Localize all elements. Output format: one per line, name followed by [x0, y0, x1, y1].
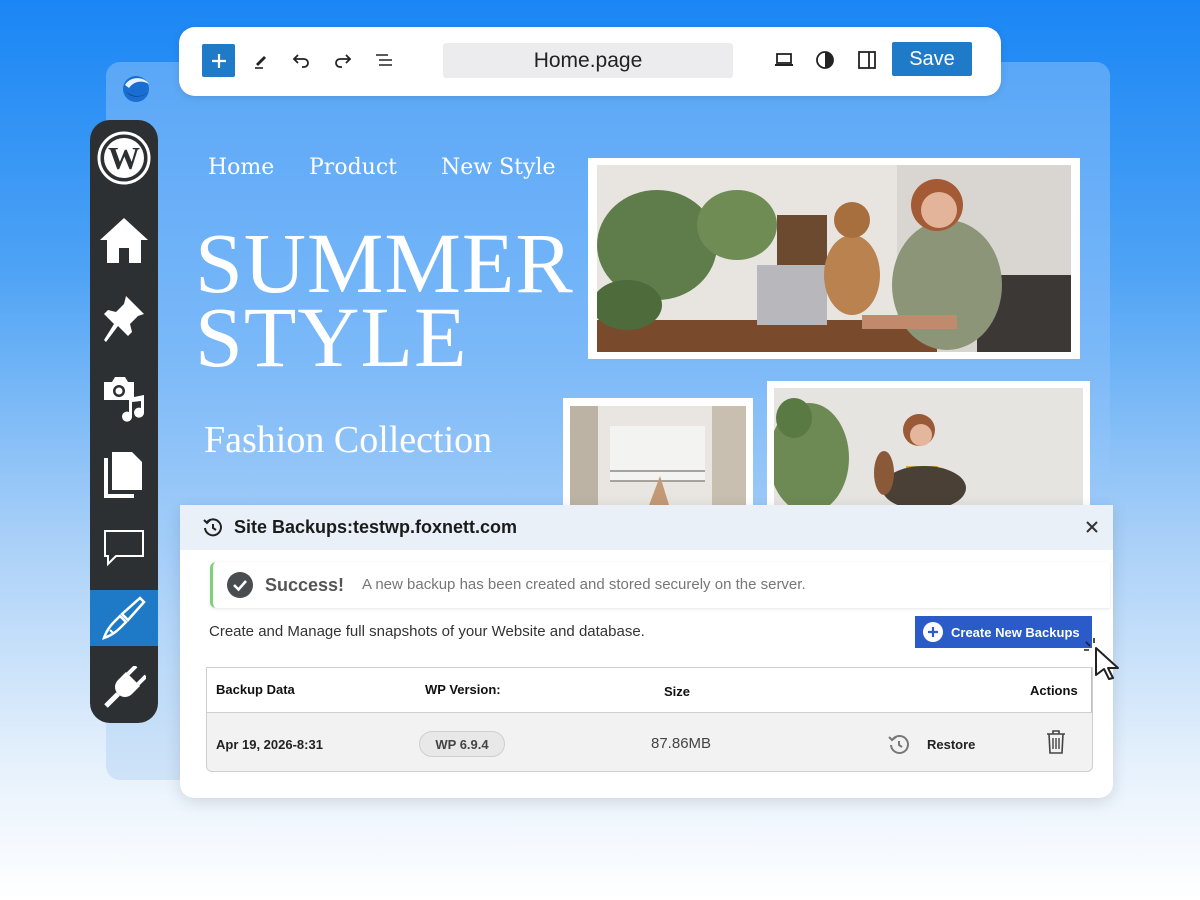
plus-circle-icon [923, 622, 943, 642]
undo-button[interactable] [287, 46, 315, 74]
list-view-icon [376, 54, 392, 66]
admin-sidebar: W [90, 120, 158, 723]
sidebar-item-media[interactable] [90, 370, 158, 426]
reading-photo[interactable] [767, 381, 1090, 508]
restore-button[interactable]: Restore [927, 737, 975, 752]
backup-date: Apr 19, 2026-8:31 [216, 737, 323, 752]
wp-version-badge: WP 6.9.4 [419, 731, 505, 757]
media-icon [104, 377, 145, 422]
table-header: Backup Data WP Version: Size Actions [207, 668, 1092, 713]
sidebar-item-wordpress[interactable]: W [90, 130, 158, 186]
mouse-cursor-icon [1084, 638, 1119, 680]
contrast-icon [816, 51, 834, 69]
style-toggle-button[interactable] [811, 46, 839, 74]
check-circle-icon [227, 572, 253, 598]
success-message: A new backup has been created and stored… [362, 576, 806, 593]
create-new-backups-label: Create New Backups [951, 624, 1080, 640]
col-backup-data: Backup Data [216, 682, 295, 697]
sidebar-item-plugins[interactable] [90, 660, 158, 716]
desktop-preview-button[interactable] [770, 46, 798, 74]
redo-button[interactable] [329, 46, 357, 74]
editor-toolbar: Home.page Save [179, 27, 1001, 96]
photo-woman-reading [774, 388, 1083, 508]
comments-icon [104, 530, 144, 567]
photo-window-curtains [570, 406, 746, 508]
restore-icon[interactable] [887, 733, 911, 757]
sidebar-item-comments[interactable] [90, 520, 158, 576]
plugins-icon [104, 666, 146, 708]
panel-title: Site Backups:testwp.foxnett.com [234, 517, 518, 537]
page-name-field[interactable]: Home.page [443, 43, 733, 78]
svg-text:W: W [108, 140, 140, 176]
trash-icon[interactable] [1045, 729, 1067, 755]
sidebar-item-dashboard[interactable] [90, 212, 158, 268]
redo-icon [335, 54, 352, 68]
backup-history-icon [203, 518, 222, 537]
pen-icon [255, 56, 266, 69]
hero-title: SUMMER STYLE [195, 220, 575, 385]
site-nav-new-style[interactable]: New Style [441, 155, 556, 180]
brand-logo-icon [123, 76, 149, 102]
add-block-button[interactable] [202, 44, 235, 77]
backup-size: 87.86MB [651, 735, 712, 752]
create-new-backups-button[interactable]: Create New Backups [915, 616, 1092, 648]
settings-panel-button[interactable] [853, 46, 881, 74]
close-icon[interactable] [1085, 520, 1099, 534]
panel-header: Site Backups:testwp.foxnett.com [180, 505, 1113, 550]
sidebar-item-pages[interactable] [90, 446, 158, 502]
hero-subtitle: Fashion Collection [204, 419, 493, 461]
backups-table: Backup Data WP Version: Size Actions Apr… [206, 667, 1093, 772]
col-actions: Actions [1030, 683, 1078, 698]
site-nav-product[interactable]: Product [309, 155, 397, 180]
home-icon [100, 218, 148, 263]
pages-icon [104, 452, 142, 498]
pin-icon [104, 296, 144, 342]
col-wp-version: WP Version: [425, 682, 501, 697]
appearance-icon [102, 596, 146, 640]
hero-title-line-2: STYLE [195, 289, 468, 385]
wordpress-logo-icon: W [97, 131, 151, 185]
plus-icon [211, 53, 226, 68]
window-photo[interactable] [563, 398, 753, 508]
sidebar-panel-icon [858, 51, 876, 69]
undo-icon [292, 54, 309, 68]
list-view-button[interactable] [370, 46, 398, 74]
success-title: Success! [265, 575, 345, 595]
success-notice: Success! A new backup has been created a… [210, 562, 1110, 608]
site-nav-home[interactable]: Home [208, 155, 274, 180]
sidebar-item-posts[interactable] [90, 292, 158, 348]
laptop-icon [775, 53, 793, 66]
photo-woman-dog-laptop [597, 165, 1071, 352]
backups-description: Create and Manage full snapshots of your… [209, 623, 645, 640]
sidebar-item-appearance[interactable] [90, 590, 158, 646]
hero-photo-large[interactable] [588, 158, 1080, 359]
edit-tool-button[interactable] [247, 46, 275, 74]
save-button[interactable]: Save [892, 42, 972, 76]
col-size: Size [664, 684, 691, 699]
site-backups-panel: Site Backups:testwp.foxnett.com Success!… [180, 505, 1113, 798]
